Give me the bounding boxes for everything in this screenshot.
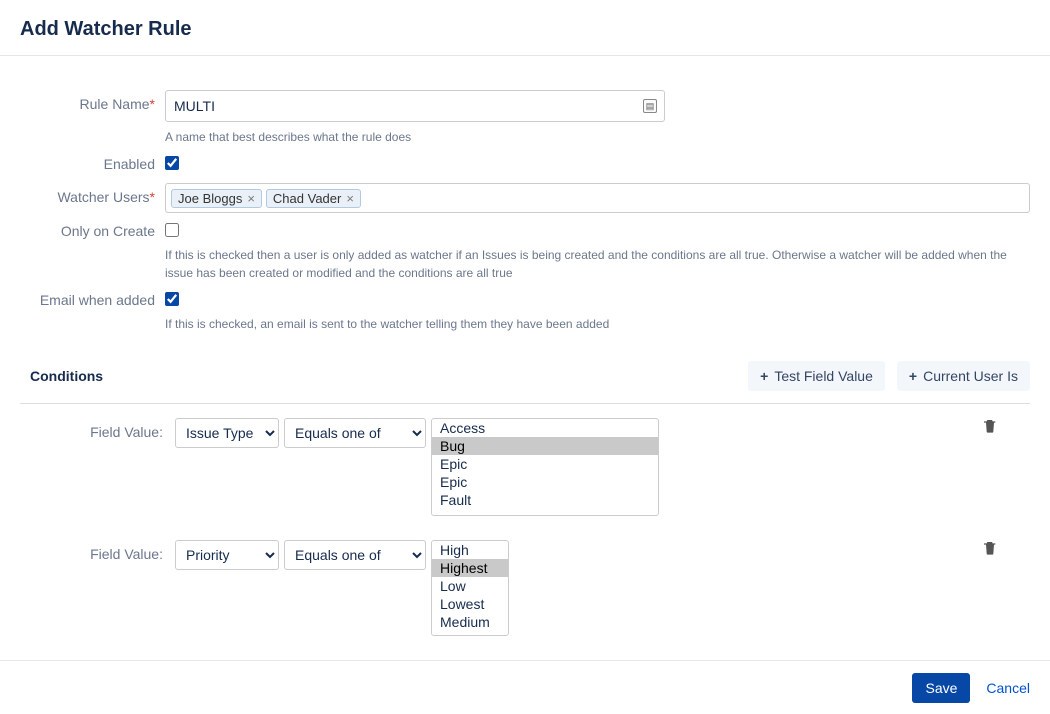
required-marker: * — [150, 96, 155, 112]
value-multiselect[interactable]: HighHighestLowLowestMedium — [431, 540, 509, 636]
field-rule-name: ▤ A name that best describes what the ru… — [165, 90, 1030, 146]
row-rule-name: Rule Name* ▤ A name that best describes … — [20, 90, 1030, 146]
field-enabled — [165, 156, 1030, 173]
required-marker: * — [150, 189, 155, 205]
rule-name-input[interactable] — [165, 90, 665, 122]
modal-body: Rule Name* ▤ A name that best describes … — [0, 60, 1050, 660]
conditions-title: Conditions — [30, 368, 103, 384]
remove-tag-icon[interactable]: × — [247, 191, 255, 206]
user-tag-label: Chad Vader — [273, 191, 341, 206]
condition-row: Field Value:PriorityEquals one ofHighHig… — [20, 526, 1030, 646]
row-enabled: Enabled — [20, 156, 1030, 173]
condition-label: Field Value: — [20, 418, 175, 440]
email-when-added-checkbox[interactable] — [165, 292, 179, 306]
multiselect-option[interactable]: Access — [432, 419, 658, 437]
multiselect-option[interactable]: High — [432, 541, 508, 559]
multiselect-option[interactable]: Epic — [432, 473, 658, 491]
field-select[interactable]: Issue Type — [175, 418, 279, 448]
row-email-when-added: Email when added If this is checked, an … — [20, 292, 1030, 333]
operator-select[interactable]: Equals one of — [284, 418, 426, 448]
test-field-value-button[interactable]: + Test Field Value — [748, 361, 885, 391]
only-on-create-checkbox[interactable] — [165, 223, 179, 237]
multiselect-option[interactable]: Fault — [432, 491, 658, 509]
modal-title: Add Watcher Rule — [20, 18, 1030, 41]
remove-tag-icon[interactable]: × — [346, 191, 354, 206]
conditions-list: Field Value:Issue TypeEquals one ofAcces… — [20, 404, 1030, 646]
row-only-on-create: Only on Create If this is checked then a… — [20, 223, 1030, 282]
email-when-added-hint: If this is checked, an email is sent to … — [165, 315, 1030, 333]
conditions-header: Conditions + Test Field Value + Current … — [20, 353, 1030, 404]
label-email-when-added: Email when added — [20, 292, 165, 308]
user-tag-label: Joe Bloggs — [178, 191, 242, 206]
save-button[interactable]: Save — [912, 673, 970, 703]
field-only-on-create: If this is checked then a user is only a… — [165, 223, 1030, 282]
conditions-buttons: + Test Field Value + Current User Is — [748, 361, 1030, 391]
row-watcher-users: Watcher Users* Joe Bloggs × Chad Vader × — [20, 183, 1030, 213]
watcher-users-input[interactable]: Joe Bloggs × Chad Vader × — [165, 183, 1030, 213]
contact-card-icon[interactable]: ▤ — [643, 99, 657, 113]
label-watcher-users: Watcher Users* — [20, 183, 165, 205]
user-tag: Chad Vader × — [266, 189, 361, 208]
trash-icon[interactable] — [982, 418, 998, 437]
condition-fields: Issue TypeEquals one ofAccessBugEpicEpic… — [175, 418, 659, 516]
multiselect-option[interactable]: Bug — [432, 437, 658, 455]
multiselect-option[interactable]: Low — [432, 577, 508, 595]
rule-name-hint: A name that best describes what the rule… — [165, 128, 1030, 146]
trash-icon[interactable] — [982, 540, 998, 559]
multiselect-option[interactable]: Medium — [432, 613, 508, 631]
current-user-is-button[interactable]: + Current User Is — [897, 361, 1030, 391]
value-multiselect[interactable]: AccessBugEpicEpicFault — [431, 418, 659, 516]
condition-fields: PriorityEquals one ofHighHighestLowLowes… — [175, 540, 509, 636]
multiselect-option[interactable]: Lowest — [432, 595, 508, 613]
multiselect-option[interactable]: Epic — [432, 455, 658, 473]
label-enabled: Enabled — [20, 156, 165, 172]
label-only-on-create: Only on Create — [20, 223, 165, 239]
user-tag: Joe Bloggs × — [171, 189, 262, 208]
plus-icon: + — [909, 368, 917, 384]
condition-label: Field Value: — [20, 540, 175, 562]
condition-row: Field Value:Issue TypeEquals one ofAcces… — [20, 404, 1030, 526]
only-on-create-hint: If this is checked then a user is only a… — [165, 246, 1030, 282]
label-rule-name: Rule Name* — [20, 90, 165, 112]
operator-select[interactable]: Equals one of — [284, 540, 426, 570]
field-watcher-users: Joe Bloggs × Chad Vader × — [165, 183, 1030, 213]
field-email-when-added: If this is checked, an email is sent to … — [165, 292, 1030, 333]
enabled-checkbox[interactable] — [165, 156, 179, 170]
plus-icon: + — [760, 368, 768, 384]
modal-header: Add Watcher Rule — [0, 0, 1050, 56]
field-select[interactable]: Priority — [175, 540, 279, 570]
cancel-button[interactable]: Cancel — [986, 680, 1030, 696]
modal-footer: Save Cancel — [0, 660, 1050, 714]
multiselect-option[interactable]: Highest — [432, 559, 508, 577]
